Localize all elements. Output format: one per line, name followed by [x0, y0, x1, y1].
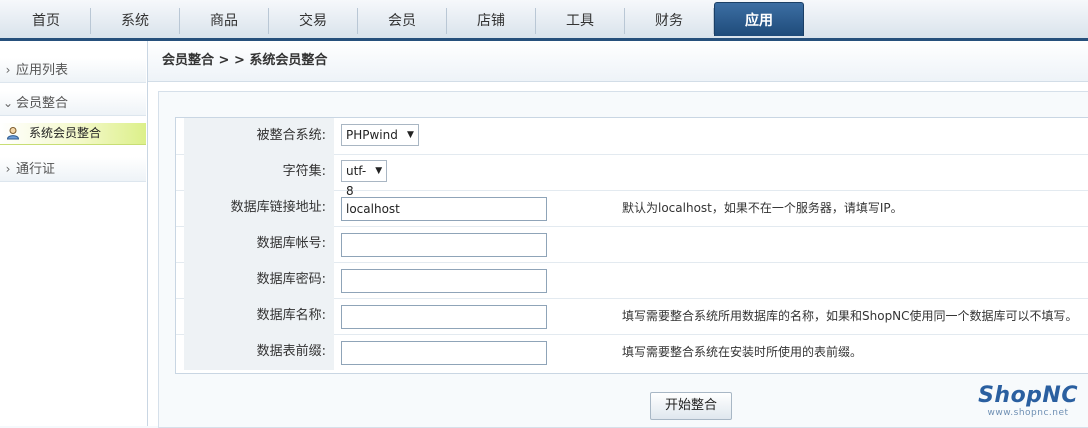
tab-tools[interactable]: 工具	[536, 8, 625, 34]
form-row-table-prefix: 数据表前缀: 填写需要整合系统在安装时所使用的表前缀。	[176, 334, 1088, 370]
sidebar-group-label: 应用列表	[16, 63, 69, 78]
sidebar-item-system-member-integration[interactable]: 系统会员整合	[0, 123, 146, 145]
tab-trade[interactable]: 交易	[269, 8, 358, 34]
sidebar: › 应用列表 ⌄ 会员整合 系统会员整合 › 通行证	[0, 41, 148, 426]
sidebar-item-label: 系统会员整合	[29, 126, 102, 140]
charset-select[interactable]: utf-8 ▼	[341, 160, 388, 198]
table-prefix-label: 数据表前缀:	[184, 334, 334, 370]
tab-finance[interactable]: 财务	[625, 8, 714, 34]
chevron-right-icon: ›	[5, 162, 11, 176]
table-prefix-hint: 填写需要整合系统在安装时所使用的表前缀。	[622, 345, 863, 359]
tab-home[interactable]: 首页	[2, 8, 91, 34]
form-row-db-name: 数据库名称: 填写需要整合系统所用数据库的名称，如果和ShopNC使用同一个数据…	[176, 298, 1088, 335]
db-pass-input[interactable]	[341, 269, 547, 293]
db-pass-label: 数据库密码:	[184, 262, 334, 298]
system-label: 被整合系统:	[184, 118, 334, 154]
form-row-db-host: 数据库链接地址: localhost 默认为localhost，如果不在一个服务…	[176, 190, 1088, 227]
db-host-input[interactable]: localhost	[341, 197, 547, 221]
sidebar-group-label: 通行证	[16, 162, 56, 177]
chevron-right-icon: ›	[5, 63, 11, 77]
db-name-label: 数据库名称:	[184, 298, 334, 334]
shopnc-logo: ShopNC www.shopnc.net	[978, 383, 1078, 418]
sidebar-group-label: 会员整合	[16, 96, 69, 111]
form-row-db-user: 数据库帐号:	[176, 226, 1088, 263]
charset-label: 字符集:	[184, 154, 334, 190]
integration-form: 被整合系统: PHPwind ▼ 字符集: utf-8 ▼ 数据库链接地址: l…	[175, 117, 1088, 374]
form-row-charset: 字符集: utf-8 ▼	[176, 154, 1088, 198]
tab-goods[interactable]: 商品	[180, 8, 269, 34]
system-select-value: PHPwind	[346, 128, 398, 142]
tab-apps[interactable]: 应用	[714, 2, 804, 36]
tab-member[interactable]: 会员	[358, 8, 447, 34]
page-title: 会员整合 > > 系统会员整合	[162, 53, 328, 68]
table-prefix-input[interactable]	[341, 341, 547, 365]
main-content: 会员整合 > > 系统会员整合 被整合系统: PHPwind ▼ 字符集: ut…	[148, 41, 1088, 428]
sidebar-group-member-integration[interactable]: ⌄ 会员整合	[0, 91, 146, 116]
system-select[interactable]: PHPwind ▼	[341, 124, 419, 146]
db-name-hint: 填写需要整合系统所用数据库的名称，如果和ShopNC使用同一个数据库可以不填写。	[622, 309, 1078, 323]
form-panel: 被整合系统: PHPwind ▼ 字符集: utf-8 ▼ 数据库链接地址: l…	[158, 91, 1088, 428]
db-host-label: 数据库链接地址:	[184, 190, 334, 226]
start-integration-button[interactable]: 开始整合	[650, 392, 732, 420]
tab-store[interactable]: 店铺	[447, 8, 536, 34]
logo-text: ShopNC	[978, 383, 1078, 408]
sidebar-group-app-list[interactable]: › 应用列表	[0, 58, 146, 83]
db-user-input[interactable]	[341, 233, 547, 257]
dropdown-arrow-icon: ▼	[375, 166, 383, 176]
db-user-label: 数据库帐号:	[184, 226, 334, 262]
db-name-input[interactable]	[341, 305, 547, 329]
chevron-down-icon: ⌄	[2, 96, 14, 110]
logo-url: www.shopnc.net	[987, 408, 1069, 418]
breadcrumb: 会员整合 > > 系统会员整合	[148, 41, 1088, 82]
dropdown-arrow-icon: ▼	[406, 130, 414, 140]
db-host-hint: 默认为localhost，如果不在一个服务器，请填写IP。	[622, 201, 903, 215]
top-nav: 首页 系统 商品 交易 会员 店铺 工具 财务 应用	[0, 0, 1088, 41]
form-row-db-pass: 数据库密码:	[176, 262, 1088, 299]
user-icon	[6, 127, 20, 140]
form-row-system: 被整合系统: PHPwind ▼	[176, 118, 1088, 155]
tab-system[interactable]: 系统	[91, 8, 180, 34]
sidebar-group-passport[interactable]: › 通行证	[0, 157, 146, 182]
